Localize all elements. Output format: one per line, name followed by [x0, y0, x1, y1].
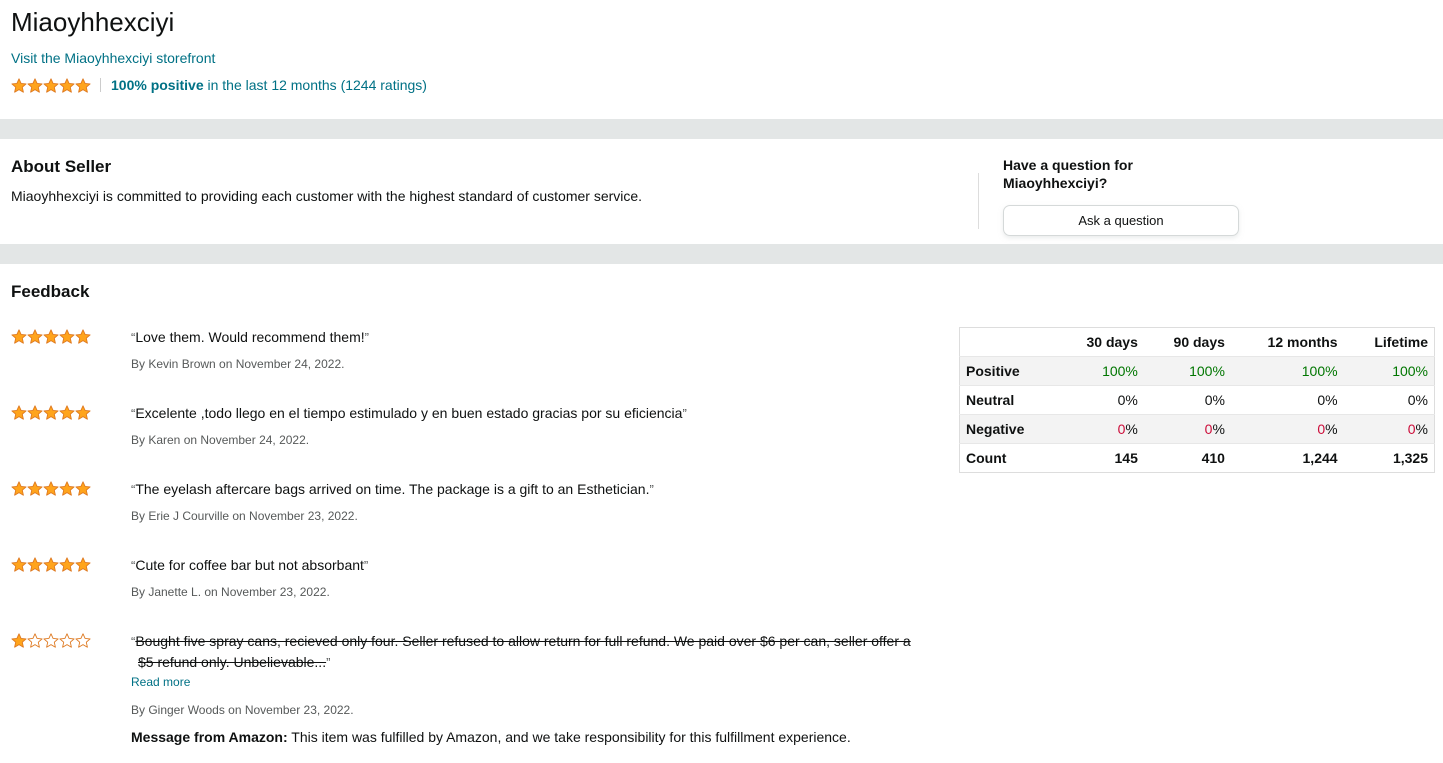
review-stars: [11, 329, 91, 344]
star-filled-icon: [11, 329, 27, 344]
amazon-message-text: This item was fulfilled by Amazon, and w…: [287, 729, 851, 745]
rating-divider: [100, 78, 101, 92]
stats-header-blank: [959, 327, 1057, 357]
storefront-link[interactable]: Visit the Miaoyhhexciyi storefront: [11, 49, 427, 67]
stats-cell: 0%: [1230, 385, 1344, 415]
stats-row-negative: Negative 0% 0% 0% 0%: [959, 414, 1435, 444]
about-seller-section: About Seller Miaoyhhexciyi is committed …: [11, 156, 642, 205]
review-text: “The eyelash aftercare bags arrived on t…: [131, 481, 654, 497]
stats-cell: 0%: [1143, 414, 1231, 444]
stats-cell: 145: [1056, 443, 1144, 473]
stats-cell: 410: [1143, 443, 1231, 473]
star-filled-icon: [43, 405, 59, 420]
star-filled-icon: [27, 405, 43, 420]
stats-cell: 0%: [1230, 414, 1344, 444]
seller-rating: 100% positive in the last 12 months (124…: [11, 76, 427, 94]
rating-summary-link[interactable]: 100% positive in the last 12 months (124…: [111, 76, 427, 94]
star-filled-icon: [11, 633, 27, 648]
stats-row-label: Neutral: [959, 385, 1057, 415]
star-filled-icon: [59, 481, 75, 496]
feedback-stats-table: 30 days 90 days 12 months Lifetime Posit…: [959, 327, 1435, 473]
review-stars: [11, 405, 91, 420]
stats-cell: 100%: [1343, 356, 1435, 386]
star-filled-icon: [43, 481, 59, 496]
rating-positive: 100% positive: [111, 77, 204, 93]
feedback-title: Feedback: [11, 282, 90, 301]
stats-row-count: Count 145 410 1,244 1,325: [959, 443, 1435, 473]
stats-header-30-days: 30 days: [1056, 327, 1144, 357]
stats-row-label: Count: [959, 443, 1057, 473]
star-filled-icon: [75, 77, 91, 93]
star-filled-icon: [11, 77, 27, 93]
star-filled-icon: [27, 77, 43, 93]
review-byline: By Ginger Woods on November 23, 2022.: [131, 703, 354, 717]
about-seller-text: Miaoyhhexciyi is committed to providing …: [11, 188, 643, 204]
stats-cell: 100%: [1056, 356, 1144, 386]
star-filled-icon: [11, 405, 27, 420]
stats-cell: 100%: [1230, 356, 1344, 386]
stats-header-lifetime: Lifetime: [1343, 327, 1435, 357]
review-text: “Love them. Would recommend them!”: [131, 329, 369, 345]
review-byline: By Erie J Courville on November 23, 2022…: [131, 509, 358, 523]
stats-cell: 1,244: [1230, 443, 1344, 473]
seller-question-section: Have a question for Miaoyhhexciyi? Ask a…: [1003, 156, 1239, 236]
review-stars: [11, 481, 91, 496]
section-divider-band: [0, 244, 1443, 264]
star-empty-icon: [27, 633, 43, 648]
question-title: Have a question for Miaoyhhexciyi?: [1003, 157, 1133, 191]
stats-cell: 1,325: [1343, 443, 1435, 473]
star-filled-icon: [75, 329, 91, 344]
star-filled-icon: [59, 77, 75, 93]
stats-row-label: Positive: [959, 356, 1057, 386]
rating-period: in the last 12 months (1244 ratings): [203, 77, 427, 93]
stats-row-label: Negative: [959, 414, 1057, 444]
stats-cell: 0%: [1343, 414, 1435, 444]
star-filled-icon: [75, 481, 91, 496]
star-filled-icon: [59, 405, 75, 420]
star-empty-icon: [59, 633, 75, 648]
review-text: “Excelente ,todo llego en el tiempo esti…: [131, 405, 687, 421]
star-empty-icon: [75, 633, 91, 648]
star-filled-icon: [11, 481, 27, 496]
seller-header: Miaoyhhexciyi Visit the Miaoyhhexciyi st…: [11, 6, 427, 94]
star-filled-icon: [27, 481, 43, 496]
star-filled-icon: [43, 329, 59, 344]
star-filled-icon: [59, 329, 75, 344]
star-filled-icon: [27, 329, 43, 344]
stats-header-12-months: 12 months: [1230, 327, 1344, 357]
vertical-divider: [978, 173, 979, 229]
review-byline: By Kevin Brown on November 24, 2022.: [131, 357, 345, 371]
section-divider-band: [0, 119, 1443, 139]
star-filled-icon: [75, 405, 91, 420]
review-text: “Cute for coffee bar but not absorbant”: [131, 557, 369, 573]
seller-name: Miaoyhhexciyi: [11, 7, 175, 37]
about-seller-title: About Seller: [11, 157, 112, 176]
stats-cell: 0%: [1343, 385, 1435, 415]
stats-cell: 0%: [1056, 414, 1144, 444]
stats-row-positive: Positive 100% 100% 100% 100%: [959, 356, 1435, 386]
star-filled-icon: [11, 557, 27, 572]
stats-header-row: 30 days 90 days 12 months Lifetime: [959, 327, 1435, 357]
star-filled-icon: [43, 557, 59, 572]
star-filled-icon: [59, 557, 75, 572]
review-byline: By Karen on November 24, 2022.: [131, 433, 310, 447]
star-empty-icon: [43, 633, 59, 648]
amazon-message-label: Message from Amazon:: [131, 729, 288, 745]
stats-row-neutral: Neutral 0% 0% 0% 0%: [959, 385, 1435, 415]
seller-rating-stars: [11, 77, 91, 93]
amazon-message: Message from Amazon: This item was fulfi…: [131, 728, 941, 746]
star-filled-icon: [43, 77, 59, 93]
review-stars: [11, 633, 91, 648]
star-filled-icon: [27, 557, 43, 572]
stats-cell: 0%: [1056, 385, 1144, 415]
stats-cell: 0%: [1143, 385, 1231, 415]
review-stars: [11, 557, 91, 572]
review-text-removed: “Bought five spray cans, recieved only f…: [131, 633, 911, 670]
star-filled-icon: [75, 557, 91, 572]
read-more-link[interactable]: Read more: [131, 674, 941, 690]
stats-cell: 100%: [1143, 356, 1231, 386]
review-byline: By Janette L. on November 23, 2022.: [131, 585, 330, 599]
stats-header-90-days: 90 days: [1143, 327, 1231, 357]
ask-question-button[interactable]: Ask a question: [1003, 205, 1239, 236]
